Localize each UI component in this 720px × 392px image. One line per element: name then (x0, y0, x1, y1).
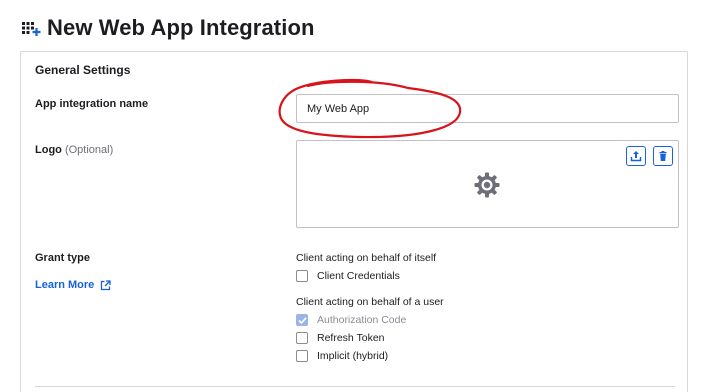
delete-button[interactable] (653, 146, 673, 166)
implicit-hybrid-option[interactable]: Implicit (hybrid) (296, 350, 388, 362)
upload-icon (630, 151, 642, 162)
client-credentials-option[interactable]: Client Credentials (296, 270, 400, 282)
implicit-hybrid-label: Implicit (hybrid) (317, 350, 389, 362)
logo-label: Logo (Optional) (35, 144, 113, 156)
section-divider (35, 386, 675, 387)
refresh-token-label: Refresh Token (317, 332, 385, 344)
gear-icon (474, 172, 500, 198)
authorization-code-option[interactable]: Authorization Code (296, 314, 406, 326)
external-link-icon (101, 279, 111, 290)
app-grid-add-icon (22, 22, 41, 36)
checkmark-icon (297, 316, 307, 324)
authorization-code-label: Authorization Code (317, 314, 407, 326)
general-settings-panel: General Settings App integration name Lo… (20, 51, 688, 392)
authorization-code-checkbox[interactable] (296, 314, 308, 326)
client-credentials-checkbox[interactable] (296, 270, 308, 282)
page-title: New Web App Integration (47, 15, 315, 40)
section-title: General Settings (35, 63, 131, 77)
logo-dropzone[interactable] (296, 140, 679, 228)
grant-type-label: Grant type (35, 252, 91, 264)
upload-button[interactable] (626, 146, 646, 166)
page-header: New Web App Integration (22, 12, 315, 44)
refresh-token-checkbox[interactable] (296, 332, 308, 344)
optional-tag: (Optional) (64, 144, 114, 156)
learn-more-text: Learn More (35, 279, 95, 291)
refresh-token-option[interactable]: Refresh Token (296, 332, 385, 344)
self-group-label: Client acting on behalf of itself (296, 252, 437, 264)
app-name-input[interactable] (296, 94, 679, 123)
learn-more-link[interactable]: Learn More (35, 279, 111, 291)
logo-label-text: Logo (35, 144, 62, 156)
implicit-hybrid-checkbox[interactable] (296, 350, 308, 362)
client-credentials-label: Client Credentials (317, 270, 400, 282)
app-name-label: App integration name (35, 98, 149, 110)
trash-icon (659, 151, 667, 161)
user-group-label: Client acting on behalf of a user (296, 296, 444, 308)
